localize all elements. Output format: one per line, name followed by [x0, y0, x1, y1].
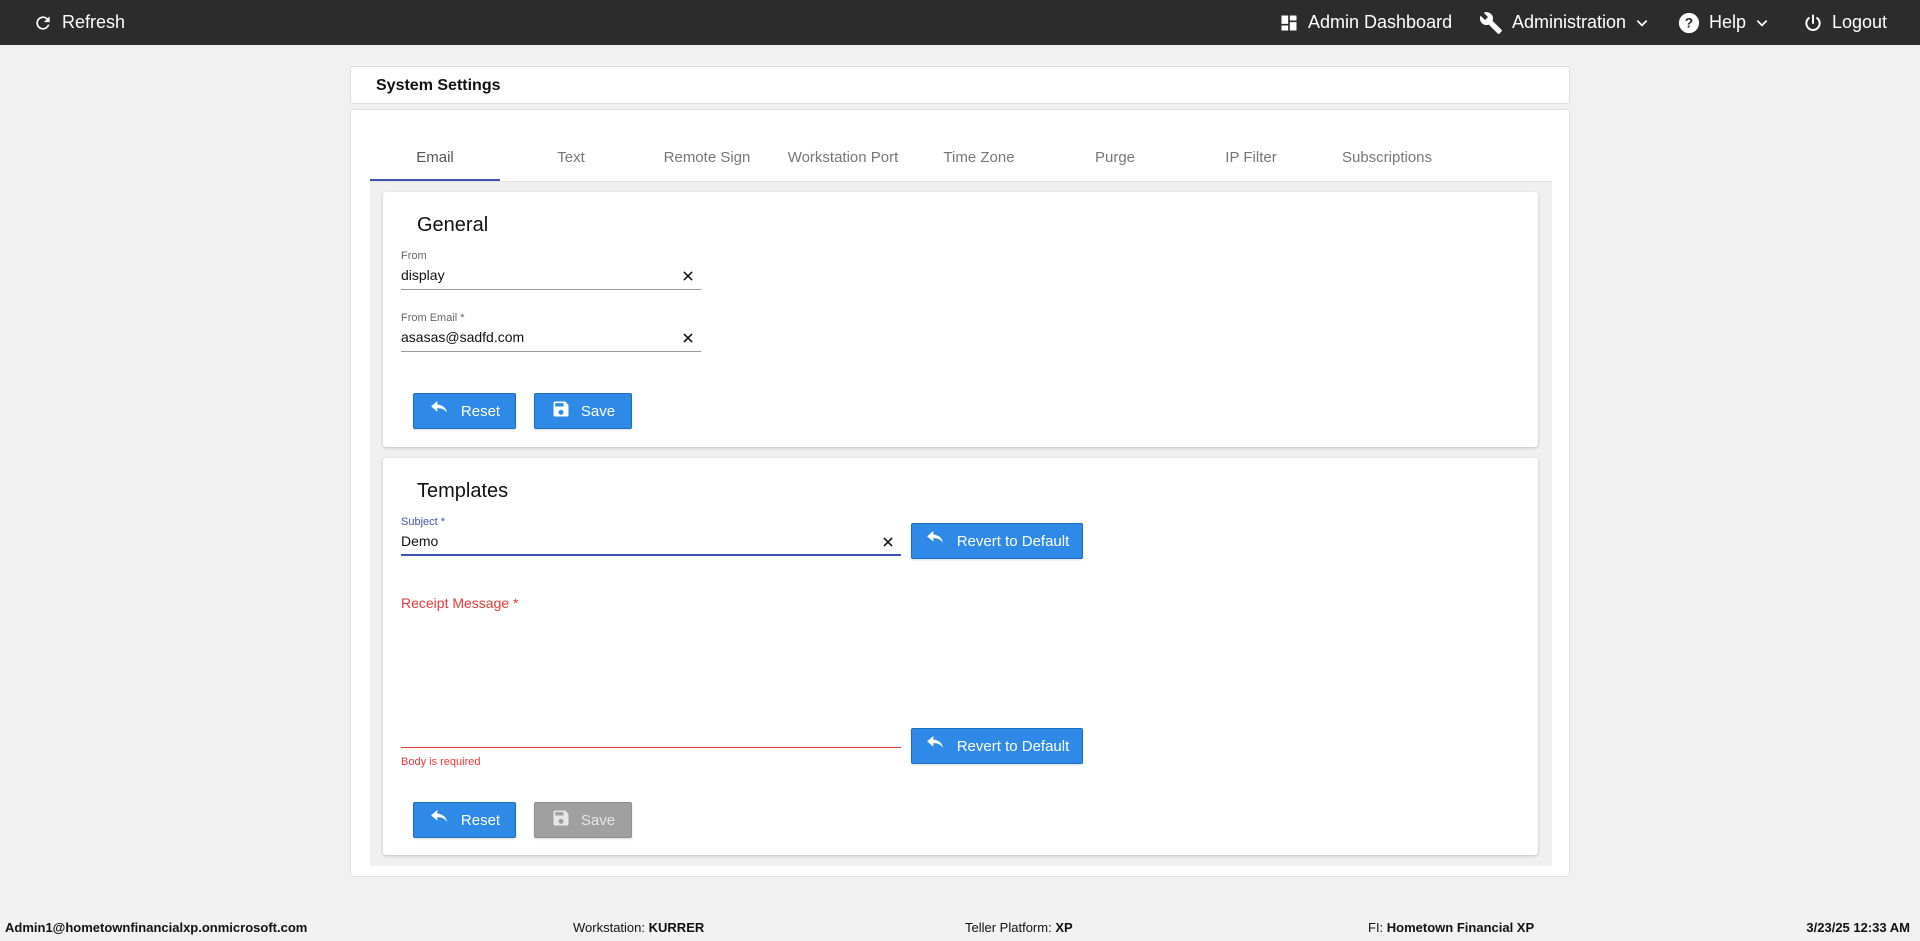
footer-user-value: Admin1@hometownfinancialxp.onmicrosoft.c… [5, 920, 308, 935]
general-save-label: Save [580, 402, 616, 420]
from-email-field[interactable]: From Email * asasas@sadfd.com [401, 312, 701, 352]
admin-dashboard-label: Admin Dashboard [1308, 12, 1453, 32]
receipt-message-field[interactable]: Receipt Message * Body is required [401, 595, 901, 768]
undo-icon [429, 401, 451, 421]
general-save-button[interactable]: Save [534, 393, 632, 429]
help-menu[interactable]: ? Help [1678, 0, 1769, 45]
from-label: From [401, 250, 427, 262]
from-email-label: From Email * [401, 312, 465, 324]
chevron-down-icon [1635, 16, 1649, 30]
tab-time-zone[interactable]: Time Zone [914, 134, 1044, 181]
footer-teller-platform: Teller Platform: XP [965, 920, 1073, 935]
subject-label: Subject * [401, 516, 446, 528]
tab-subscriptions-label: Subscriptions [1341, 149, 1433, 166]
footer-fi-label: FI: [1368, 920, 1384, 935]
footer-workstation-value: KURRER [648, 920, 705, 935]
close-icon[interactable] [681, 331, 695, 345]
page-title-card: System Settings [350, 66, 1570, 104]
templates-panel: Templates Subject * Demo Revert to Defau… [383, 458, 1538, 855]
page-title: System Settings [376, 77, 501, 94]
subject-underline [401, 554, 901, 556]
from-email-underline [401, 351, 701, 352]
help-circle-icon: ? [1678, 12, 1700, 34]
footer-datetime-value: 3/23/25 12:33 AM [1806, 920, 1910, 935]
footer-workstation: Workstation: KURRER [573, 920, 704, 935]
tab-subscriptions[interactable]: Subscriptions [1322, 134, 1452, 181]
footer-workstation-label: Workstation: [573, 920, 646, 935]
receipt-message-textarea[interactable] [401, 619, 901, 739]
help-label: Help [1709, 12, 1747, 32]
subject-field[interactable]: Subject * Demo [401, 516, 901, 556]
status-footer: Admin1@hometownfinancialxp.onmicrosoft.c… [0, 914, 1920, 941]
undo-icon [429, 810, 451, 830]
tab-text-label: Text [557, 149, 585, 166]
from-underline [401, 289, 701, 290]
receipt-message-error: Body is required [401, 756, 481, 768]
footer-teller-label: Teller Platform: [965, 920, 1052, 935]
receipt-message-label: Receipt Message * [401, 595, 519, 611]
svg-text:?: ? [1685, 15, 1693, 30]
administration-label: Administration [1512, 12, 1627, 32]
floppy-disk-icon [551, 808, 571, 832]
footer-user: Admin1@hometownfinancialxp.onmicrosoft.c… [5, 920, 307, 935]
logout-label: Logout [1832, 12, 1888, 32]
top-navigation-bar: Refresh Admin Dashboard Administration ?… [0, 0, 1920, 45]
from-field[interactable]: From display [401, 250, 701, 290]
footer-datetime: 3/23/25 12:33 AM [1806, 920, 1910, 935]
general-title: General [417, 214, 489, 236]
receipt-message-underline [401, 747, 901, 748]
subject-input[interactable]: Demo [401, 533, 438, 549]
dashboard-icon [1279, 13, 1299, 33]
footer-teller-value: XP [1055, 920, 1073, 935]
floppy-disk-icon [551, 399, 571, 423]
tab-purge-label: Purge [1094, 149, 1136, 166]
footer-fi: FI: Hometown Financial XP [1368, 920, 1534, 935]
active-tab-indicator [370, 179, 500, 181]
refresh-label: Refresh [62, 12, 126, 32]
tab-email[interactable]: Email [370, 134, 500, 181]
administration-menu[interactable]: Administration [1479, 0, 1649, 45]
receipt-revert-label: Revert to Default [956, 737, 1070, 755]
close-icon[interactable] [681, 269, 695, 283]
receipt-revert-button[interactable]: Revert to Default [911, 728, 1083, 764]
templates-save-label: Save [580, 811, 616, 829]
tab-time-zone-label: Time Zone [943, 149, 1015, 166]
general-reset-button[interactable]: Reset [413, 393, 516, 429]
undo-icon [925, 531, 947, 551]
from-input[interactable]: display [401, 267, 445, 283]
refresh-button[interactable]: Refresh [33, 0, 125, 45]
general-panel: General From display From Email * asasas… [383, 192, 1538, 447]
templates-reset-button[interactable]: Reset [413, 802, 516, 838]
tab-purge[interactable]: Purge [1050, 134, 1180, 181]
tab-remote-sign-label: Remote Sign [663, 149, 751, 166]
tab-ip-filter-label: IP Filter [1225, 149, 1277, 166]
tab-remote-sign[interactable]: Remote Sign [642, 134, 772, 181]
power-icon [1803, 13, 1823, 33]
from-email-input[interactable]: asasas@sadfd.com [401, 329, 524, 345]
subject-revert-label: Revert to Default [956, 532, 1070, 550]
admin-dashboard-link[interactable]: Admin Dashboard [1279, 0, 1452, 45]
tab-email-label: Email [416, 149, 454, 166]
undo-icon [925, 736, 947, 756]
wrench-icon [1479, 11, 1503, 35]
refresh-icon [33, 13, 53, 33]
settings-tabs: Email Text Remote Sign Workstation Port … [370, 134, 1552, 182]
logout-button[interactable]: Logout [1803, 0, 1887, 45]
templates-save-button[interactable]: Save [534, 802, 632, 838]
tab-workstation-port[interactable]: Workstation Port [778, 134, 908, 181]
chevron-down-icon [1755, 16, 1769, 30]
tab-workstation-port-label: Workstation Port [787, 149, 899, 166]
tab-text[interactable]: Text [506, 134, 636, 181]
footer-fi-value: Hometown Financial XP [1386, 920, 1535, 935]
close-icon[interactable] [881, 535, 895, 549]
templates-reset-label: Reset [460, 811, 501, 829]
tab-ip-filter[interactable]: IP Filter [1186, 134, 1316, 181]
templates-title: Templates [417, 480, 509, 502]
subject-revert-button[interactable]: Revert to Default [911, 523, 1083, 559]
general-reset-label: Reset [460, 402, 501, 420]
